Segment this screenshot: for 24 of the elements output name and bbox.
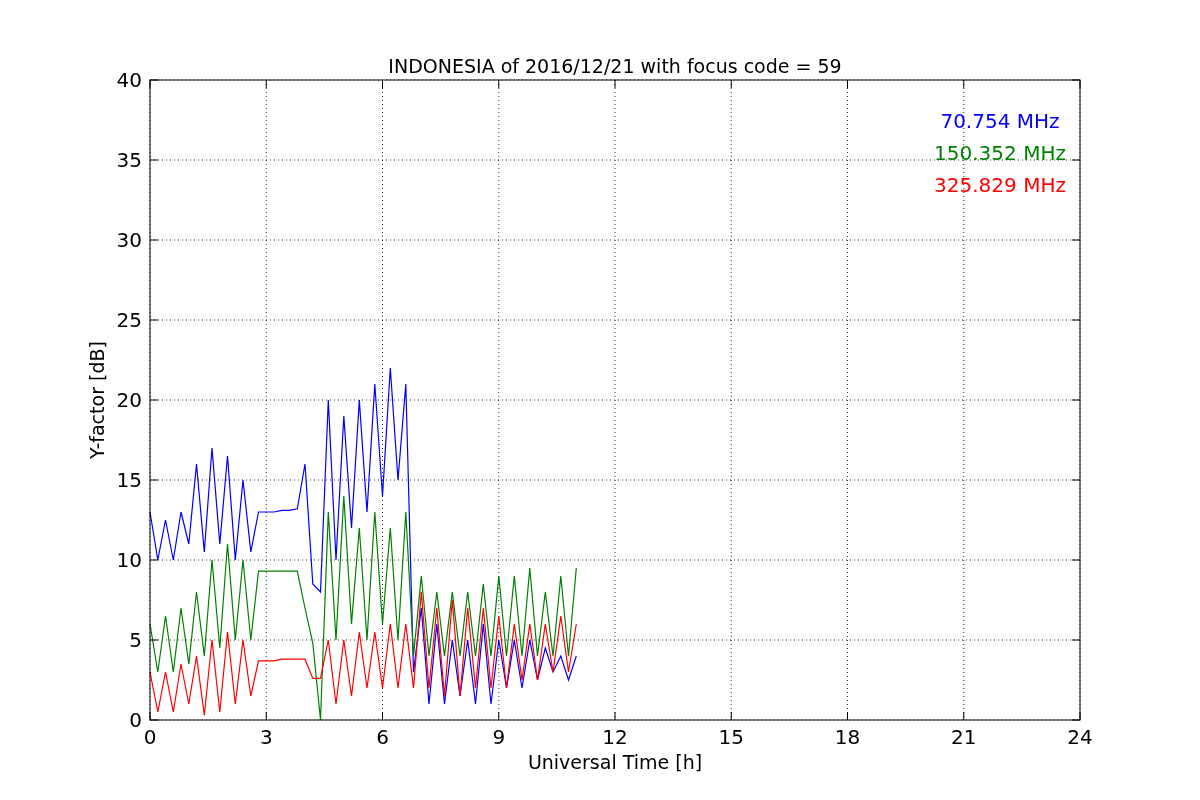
legend-label: 150.352 MHz [934, 141, 1066, 165]
tick-label: 0 [129, 708, 142, 732]
tick-label: 5 [129, 628, 142, 652]
y-axis-label: Y-factor [dB] [86, 341, 108, 459]
tick-label: 24 [1067, 725, 1093, 749]
tick-label: 21 [951, 725, 977, 749]
x-axis-label: Universal Time [h] [527, 751, 703, 773]
chart-title: INDONESIA of 2016/12/21 with focus code = 59 [388, 55, 842, 77]
tick-label: 15 [718, 725, 744, 749]
tick-label: 6 [376, 725, 389, 749]
tick-label: 15 [116, 468, 142, 492]
tick-label: 10 [116, 548, 142, 572]
tick-label: 30 [116, 228, 142, 252]
tick-label: 25 [116, 308, 142, 332]
tick-label: 40 [116, 68, 142, 92]
tick-label: 12 [602, 725, 628, 749]
tick-label: 0 [143, 725, 157, 749]
legend-label: 70.754 MHz [940, 109, 1060, 133]
tick-label: 20 [116, 388, 142, 412]
tick-label: 9 [492, 725, 506, 749]
legend-label: 325.829 MHz [934, 173, 1066, 197]
tick-label: 35 [116, 148, 142, 172]
tick-label: 3 [259, 725, 273, 749]
tick-label: 18 [834, 725, 861, 749]
